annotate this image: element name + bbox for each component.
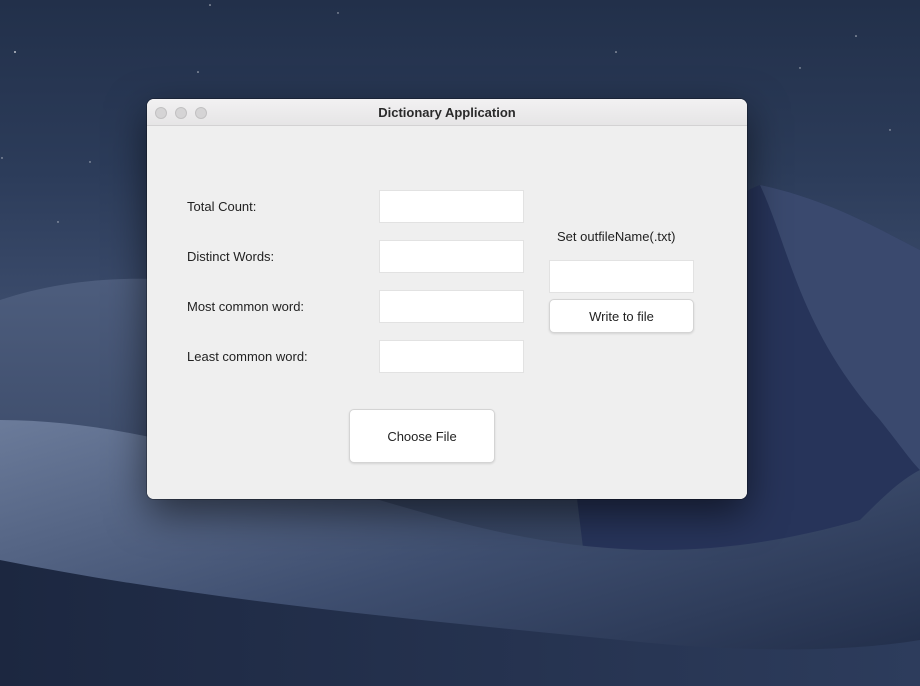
outfile-name-label: Set outfileName(.txt): [557, 229, 676, 244]
least-common-word-field[interactable]: [379, 340, 524, 373]
write-to-file-button[interactable]: Write to file: [549, 299, 694, 333]
distinct-words-label: Distinct Words:: [187, 249, 275, 264]
most-common-word-field[interactable]: [379, 290, 524, 323]
distinct-words-field[interactable]: [379, 240, 524, 273]
window-content: Total Count: Distinct Words: Most common…: [147, 126, 747, 499]
total-count-label: Total Count:: [187, 199, 257, 214]
outfile-name-field[interactable]: [549, 260, 694, 293]
least-common-word-label: Least common word:: [187, 349, 308, 364]
dictionary-window: Dictionary Application Total Count: Dist…: [147, 99, 747, 499]
window-titlebar[interactable]: Dictionary Application: [147, 99, 747, 126]
most-common-word-label: Most common word:: [187, 299, 305, 314]
desktop-background: Dictionary Application Total Count: Dist…: [0, 0, 920, 686]
choose-file-button[interactable]: Choose File: [349, 409, 495, 463]
window-title: Dictionary Application: [378, 105, 516, 120]
total-count-field[interactable]: [379, 190, 524, 223]
